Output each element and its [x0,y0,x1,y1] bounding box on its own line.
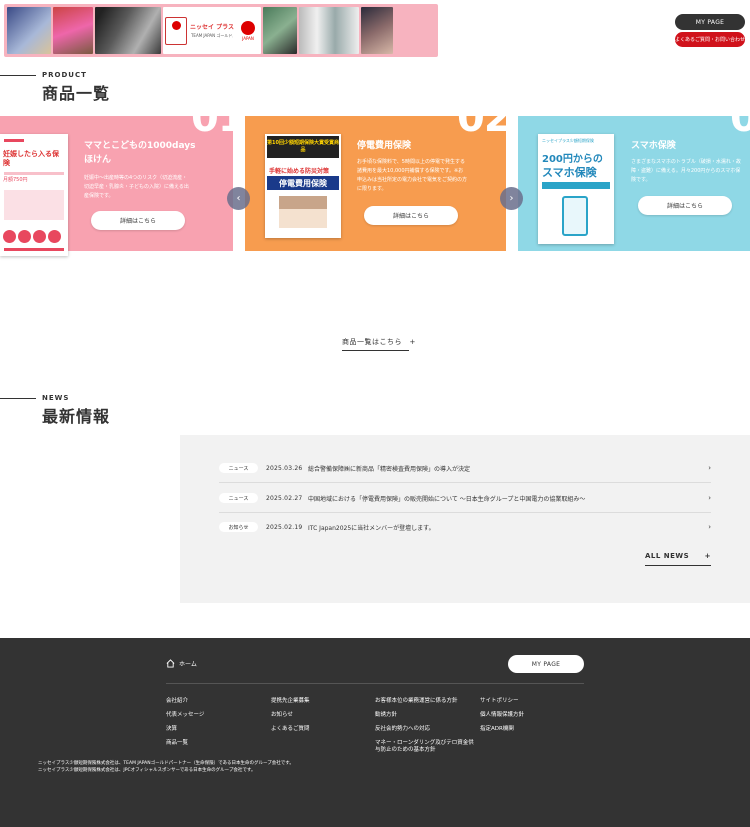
maternity-insurance-image: 妊娠したら入る保険 月額750円 [0,134,68,256]
footer-link-aml[interactable]: マネー・ローンダリング及びテロ資金供与防止のための基本方針 [375,740,475,754]
top-banner[interactable]: ニッセイ プラス TEAM JAPAN ゴールドパートナー（生命保険）JPCオフ… [4,4,438,57]
footer-link-company[interactable]: 会社紹介 [166,698,188,705]
news-title: 総合警備保障㈱に新商品「精密検査費用保険」の導入が決定 [308,465,471,473]
news-item[interactable]: ニュース 2025.02.27 中国地域における「停電費用保険」の販売開始につい… [219,483,711,513]
news-title: 中国地域における「停電費用保険」の販売開始について ～日本生命グループと中国電力… [308,495,586,503]
card-title-smartphone: スマホ保険 [631,141,676,151]
footer-link-faq[interactable]: よくあるご質問 [271,726,310,733]
footer-mypage-button[interactable]: MY PAGE [508,655,584,673]
all-products-link[interactable]: 商品一覧はこちら + [342,337,416,347]
footer-link-solicitation-policy[interactable]: 勧誘方針 [375,712,397,719]
promo-brand: ニッセイ プラス [190,24,234,31]
news-title: ITC Japan2025に当社メンバーが登壇します。 [308,524,435,532]
footer-link-message[interactable]: 代表メッセージ [166,712,204,719]
athlete-photo-4 [263,7,297,54]
card-number-01: 01 [191,95,246,141]
card-number-02: 02 [457,95,512,141]
all-news-link[interactable]: ALL NEWS + [645,552,711,560]
section-line [0,398,36,399]
detail-button-maternity[interactable]: 詳細はこちら [91,211,185,230]
footer-link-customer-policy[interactable]: お客様本位の業務運営に係る方針 [375,698,458,705]
footer-link-partners[interactable]: 提携先企業募集 [271,698,310,705]
card-title-maternity: ママとこどもの1000daysほけん [84,141,196,165]
section-line [0,75,36,76]
japan-para-logo: JAPAN [237,17,259,45]
athlete-photo-5 [299,7,359,54]
blackout-insurance-image: 第10回少額短期保険大賞受賞商品 手軽に始める防災対策 停電費用保険 [265,134,341,238]
news-item[interactable]: ニュース 2025.03.26 総合警備保障㈱に新商品「精密検査費用保険」の導入… [219,453,711,483]
news-section-label: NEWS [42,394,70,402]
promo-sub: TEAM JAPAN ゴールドパートナー（生命保険）JPCオフィシャルスポンサー [190,33,233,38]
card-title-blackout: 停電費用保険 [357,141,412,151]
detail-button-blackout[interactable]: 詳細はこちら [364,206,458,225]
footer-note: ニッセイプラス少額短期保険株式会社は、JPCオフィシャルスポンサーである日本生命… [38,768,256,773]
product-section-title: 商品一覧 [42,84,111,103]
news-tag: お知らせ [219,522,258,532]
news-date: 2025.02.27 [266,494,303,502]
footer-link-privacy[interactable]: 個人情報保護方針 [480,712,524,719]
product-section-label: PRODUCT [42,71,87,79]
all-products-underline [342,350,409,351]
athlete-photo-2 [53,7,93,54]
footer-link-financials[interactable]: 決算 [166,726,177,733]
athlete-photo-3 [95,7,161,54]
carousel-next-icon[interactable]: › [500,187,523,210]
team-japan-promo: ニッセイ プラス TEAM JAPAN ゴールドパートナー（生命保険）JPCオフ… [163,7,261,54]
athlete-photo-6 [361,7,393,54]
news-section-title: 最新情報 [42,407,111,426]
news-item[interactable]: お知らせ 2025.02.19 ITC Japan2025に当社メンバーが登壇し… [219,512,711,542]
card-desc-blackout: お手頃な保険料で、5時間以上の停電で発生する諸費用を最大10,000円補償する保… [357,159,468,192]
team-japan-logo [165,16,187,45]
mypage-button[interactable]: MY PAGE [675,14,745,30]
card-desc-maternity: 妊娠中〜出産時等の4つのリスク（切迫流産・切迫早産・乳腺炎・子どもの入院）に備え… [84,175,189,199]
footer-link-adr[interactable]: 指定ADR機関 [480,726,514,733]
smartphone-insurance-image: ニッセイプラス少額短期保険 200円からの スマホ保険 [538,134,614,244]
home-icon [166,659,175,668]
news-date: 2025.03.26 [266,464,303,472]
footer-link-antisocial[interactable]: 反社会的勢力への対応 [375,726,430,733]
footer-divider [166,683,584,684]
carousel-prev-icon[interactable]: ‹ [227,187,250,210]
card-number-03: 0 [730,95,750,141]
news-tag: ニュース [219,463,258,473]
plus-icon: + [704,552,711,560]
all-news-underline [645,565,711,566]
footer-link-products[interactable]: 商品一覧 [166,740,188,747]
chevron-right-icon: › [708,464,711,472]
news-date: 2025.02.19 [266,523,303,531]
footer-home-link[interactable]: ホーム [166,659,197,668]
chevron-right-icon: › [708,523,711,531]
athlete-photo-1 [7,7,51,54]
footer-note: ニッセイプラス少額短期保険株式会社は、TEAM JAPANゴールドパートナー（生… [38,761,294,766]
card-desc-smartphone: さまざまなスマホのトラブル（破損・水濡れ・故障・盗難）に備える。月々200円から… [631,159,741,183]
chevron-right-icon: › [708,494,711,502]
inquiry-button[interactable]: よくあるご質問・お問い合わせ [675,32,745,47]
footer-link-notices[interactable]: お知らせ [271,712,293,719]
home-label: ホーム [179,661,197,668]
footer-link-site-policy[interactable]: サイトポリシー [480,698,519,705]
all-news-label: ALL NEWS [645,552,690,560]
detail-button-smartphone[interactable]: 詳細はこちら [638,196,732,215]
news-tag: ニュース [219,493,258,503]
